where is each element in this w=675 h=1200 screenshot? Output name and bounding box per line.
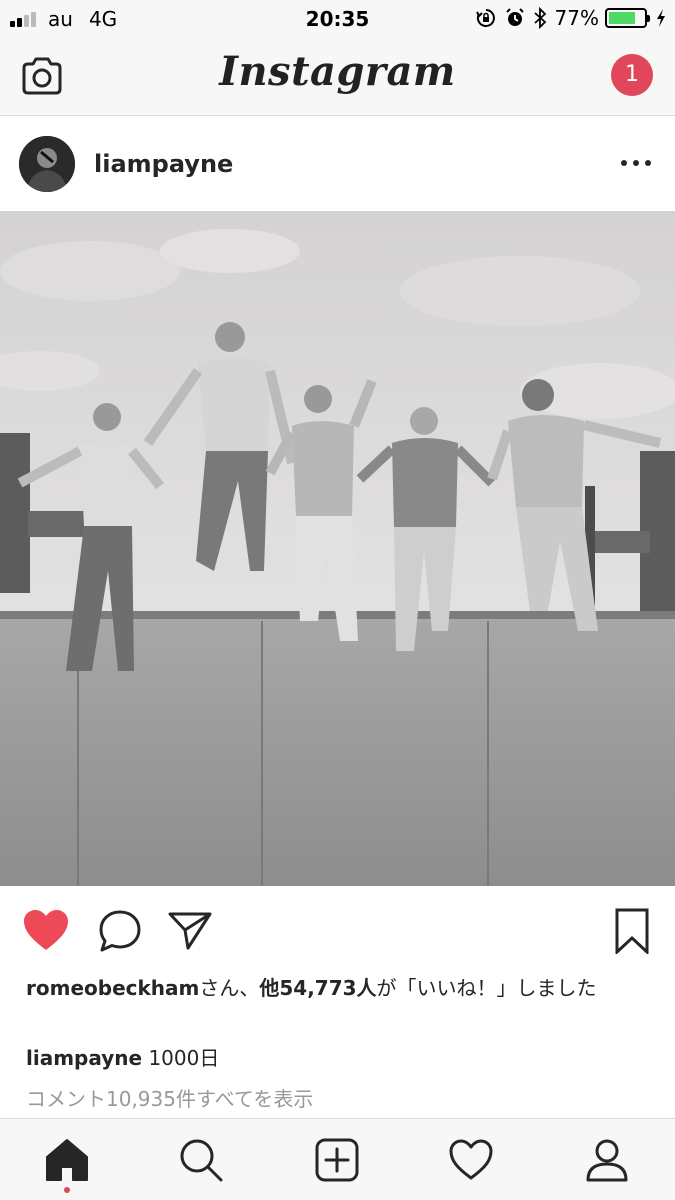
comment-icon[interactable] <box>96 908 144 954</box>
like-heart-icon[interactable] <box>22 908 70 954</box>
status-bar: au 4G 20:35 77% <box>0 0 675 38</box>
battery-percent: 77% <box>554 6 599 30</box>
likes-mid: さん、 <box>199 976 260 1000</box>
activity-heart-icon[interactable] <box>448 1137 494 1183</box>
home-active-dot <box>64 1187 70 1193</box>
caption-username[interactable]: liampayne <box>26 1046 142 1070</box>
likes-user[interactable]: romeobeckham <box>26 976 199 1000</box>
avatar[interactable] <box>19 136 75 192</box>
share-icon[interactable] <box>166 908 214 954</box>
dot <box>645 160 651 166</box>
likes-end: が「いいね！」しました <box>376 976 597 1000</box>
charging-icon <box>657 9 665 27</box>
caption-text: 1000日 <box>148 1046 220 1070</box>
dot <box>621 160 627 166</box>
caption: liampayne 1000日 <box>26 1042 219 1071</box>
likes-count[interactable]: 他54,773人 <box>259 976 376 1000</box>
app-header: Instagram 1 <box>0 38 675 116</box>
tab-bar <box>0 1118 675 1200</box>
post-header: liampayne <box>0 117 675 211</box>
bookmark-icon[interactable] <box>608 908 656 954</box>
battery-level-fill <box>609 12 636 24</box>
profile-icon[interactable] <box>584 1137 630 1183</box>
view-all-comments-link[interactable]: コメント10,935件すべてを表示 <box>26 1083 313 1112</box>
alarm-icon <box>505 8 524 26</box>
post-photo[interactable] <box>0 211 675 886</box>
home-icon[interactable] <box>44 1137 90 1183</box>
more-options-icon[interactable] <box>621 153 651 173</box>
instagram-logo: Instagram <box>219 48 456 95</box>
post-actions <box>0 886 675 972</box>
post-username[interactable]: liampayne <box>94 150 233 178</box>
add-post-icon[interactable] <box>314 1137 360 1183</box>
status-right: 77% <box>467 6 667 30</box>
notification-badge[interactable]: 1 <box>611 54 653 96</box>
battery-icon <box>605 8 650 28</box>
search-icon[interactable] <box>178 1137 224 1183</box>
likes-line: romeobeckhamさん、他54,773人が「いいね！」しました <box>26 974 656 1002</box>
rotation-lock-icon <box>475 9 495 27</box>
dot <box>633 160 639 166</box>
bluetooth-icon <box>533 7 546 29</box>
